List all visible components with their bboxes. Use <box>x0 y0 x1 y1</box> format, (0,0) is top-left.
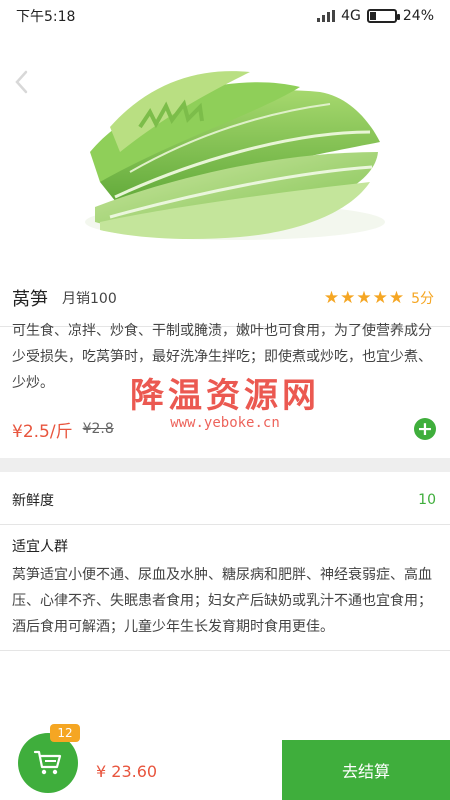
freshness-value: 10 <box>418 492 436 508</box>
plus-icon: + <box>417 418 433 440</box>
product-header: 莴笋 月销100 ★ ★ ★ ★ ★ 5分 <box>12 286 434 310</box>
divider <box>0 524 450 525</box>
back-button[interactable] <box>8 68 34 96</box>
status-time: 下午5:18 <box>16 9 76 25</box>
signal-icon <box>317 10 336 22</box>
monthly-sales: 月销100 <box>62 291 117 307</box>
current-price: ¥2.5/斤 <box>12 421 73 442</box>
price-row: ¥2.5/斤 ¥2.8 + <box>12 416 438 442</box>
suitable-title: 适宜人群 <box>12 539 68 555</box>
cart-count-badge: 12 <box>50 724 80 742</box>
divider <box>0 650 450 651</box>
lettuce-image <box>85 71 385 240</box>
suitable-text: 莴笋适宜小便不通、尿血及水肿、糖尿病和肥胖、神经衰弱症、高血压、心律不齐、失眠患… <box>12 567 432 635</box>
original-price: ¥2.8 <box>82 421 114 437</box>
checkout-button[interactable]: 去结算 <box>282 740 450 800</box>
cart-total: ¥ 23.60 <box>96 762 158 781</box>
product-image <box>0 32 450 275</box>
network-type: 4G <box>341 8 361 24</box>
star-icon: ★ <box>388 287 405 308</box>
cart-icon <box>33 750 62 775</box>
cart-button[interactable] <box>18 733 78 793</box>
status-indicators: 4G 24% <box>317 8 434 24</box>
battery-percent: 24% <box>402 8 434 24</box>
freshness-row: 新鲜度 10 <box>12 488 436 512</box>
star-icon: ★ <box>356 287 372 308</box>
star-icon: ★ <box>340 287 356 308</box>
freshness-label: 新鲜度 <box>12 493 54 509</box>
star-icon: ★ <box>372 287 388 308</box>
status-bar: 下午5:18 4G 24% <box>0 0 450 32</box>
product-description: 可生食、凉拌、炒食、干制或腌渍，嫩叶也可食用，为了使营养成分少受损失，吃莴笋时，… <box>12 323 432 391</box>
section-divider <box>0 458 450 472</box>
add-to-cart-button[interactable]: + <box>414 418 436 440</box>
star-icon: ★ <box>323 287 340 308</box>
chevron-left-icon <box>15 70 28 94</box>
product-name: 莴笋 <box>12 289 48 310</box>
rating: ★ ★ ★ ★ ★ 5分 <box>324 288 434 308</box>
battery-icon <box>366 9 400 23</box>
rating-score: 5分 <box>411 291 434 307</box>
